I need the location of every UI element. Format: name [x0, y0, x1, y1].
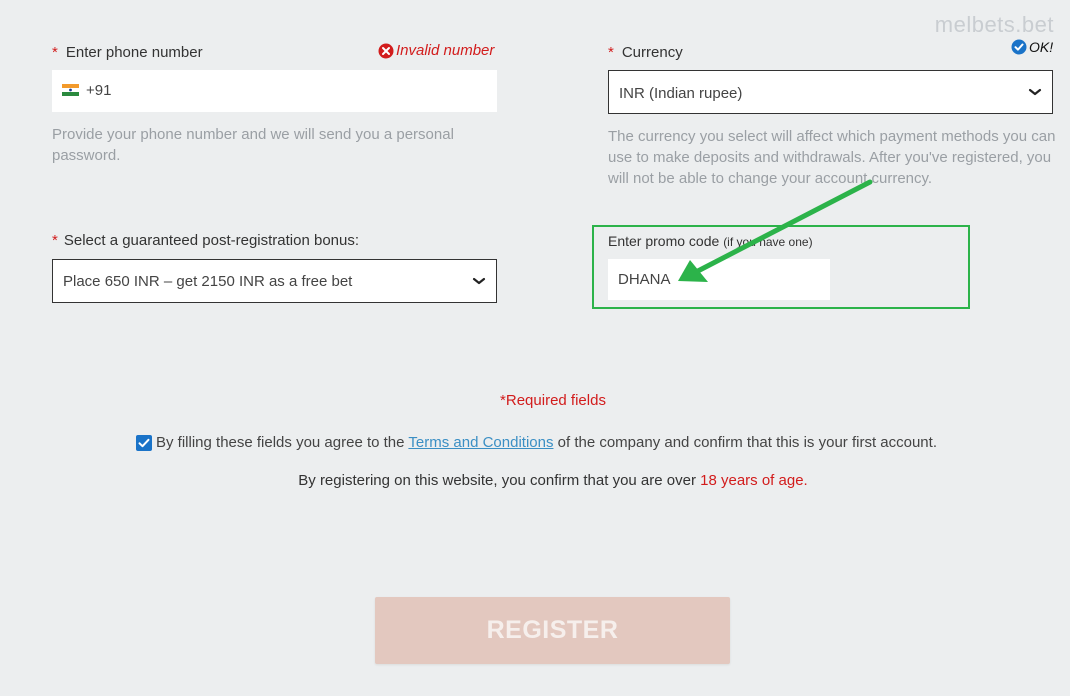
currency-status: OK! — [1011, 39, 1053, 55]
phone-label: * Enter phone number — [52, 44, 203, 61]
ok-text: OK! — [1029, 39, 1054, 55]
agree-prefix: By filling these fields you agree to the — [156, 434, 405, 451]
checkmark-icon — [138, 438, 150, 448]
agree-checkbox[interactable] — [136, 435, 152, 451]
agree-text: By filling these fields you agree to the… — [156, 434, 937, 451]
age-value: 18 years of age. — [700, 472, 808, 489]
phone-prefix: +91 — [86, 82, 112, 99]
bonus-selected-value: Place 650 INR – get 2150 INR as a free b… — [63, 273, 353, 290]
required-mark: * — [608, 44, 614, 61]
agree-suffix: of the company and confirm that this is … — [557, 434, 937, 451]
age-prefix: By registering on this website, you conf… — [298, 472, 696, 489]
chevron-down-icon — [1027, 84, 1043, 100]
check-circle-icon — [1011, 39, 1027, 55]
currency-label: * Currency — [608, 44, 683, 61]
currency-label-text: Currency — [621, 44, 683, 61]
register-button[interactable]: REGISTER — [375, 597, 730, 664]
age-confirmation: By registering on this website, you conf… — [0, 472, 1070, 489]
required-mark: * — [52, 44, 58, 61]
india-flag-icon — [62, 83, 79, 96]
error-icon — [378, 43, 394, 59]
currency-selected-value: INR (Indian rupee) — [619, 85, 743, 102]
phone-status: Invalid number — [378, 42, 494, 59]
terms-link[interactable]: Terms and Conditions — [408, 434, 553, 451]
phone-hint: Provide your phone number and we will se… — [52, 126, 454, 164]
invalid-number-text: Invalid number — [396, 42, 495, 59]
bonus-label-text: Select a guaranteed post-registration bo… — [63, 232, 360, 249]
bonus-label: * Select a guaranteed post-registration b… — [52, 232, 359, 249]
bonus-select[interactable]: Place 650 INR – get 2150 INR as a free b… — [52, 259, 497, 303]
chevron-down-icon — [471, 273, 487, 289]
required-fields-note: *Required fields — [500, 392, 606, 409]
watermark: melbets.bet — [934, 12, 1054, 37]
annotation-arrow — [678, 179, 873, 282]
required-mark: * — [52, 232, 58, 249]
phone-label-text: Enter phone number — [65, 44, 203, 61]
phone-input[interactable]: +91 — [52, 70, 497, 112]
currency-select[interactable]: INR (Indian rupee) — [608, 70, 1053, 114]
